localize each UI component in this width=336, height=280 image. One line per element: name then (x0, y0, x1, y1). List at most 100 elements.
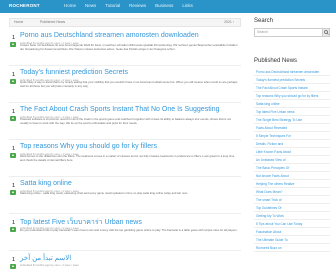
nav-tutorial[interactable]: Tutorial (105, 3, 120, 8)
site-logo[interactable]: ROCHERONT (9, 3, 40, 8)
nav-home[interactable]: Home (64, 3, 76, 8)
published-news-link[interactable]: Little Known Facts About (256, 150, 328, 154)
sidebar: Search Search Published News Porno aus D… (254, 18, 330, 252)
breadcrumb: Home Published News 2021 › (9, 18, 241, 27)
upvote-button[interactable]: ▲ (10, 79, 16, 84)
published-news-link[interactable]: Facts About Revealed (256, 126, 328, 130)
published-news-item: Little Known Facts About (254, 148, 330, 156)
published-news-item: Today's funniest prediction Secrets (254, 76, 330, 84)
published-news-link[interactable]: Top Guidelines Of (256, 206, 328, 210)
nav-news[interactable]: News (85, 3, 96, 8)
published-news-link[interactable]: The smart Trick of (256, 198, 328, 202)
news-post: 1 ▲ الاسم تبدأ من آخر submitted 8 months… (9, 254, 241, 276)
vote-box: 1 ▲ (10, 109, 17, 121)
published-news-item: Porno aus Deutschland streamen amorosten (254, 68, 330, 76)
published-news-link[interactable]: Fascination About (256, 230, 328, 234)
published-news-link[interactable]: Getting My To Work (256, 214, 328, 218)
published-news-item: Getting My To Work (254, 212, 330, 220)
post-excerpt: Do you understand how to play baccarat? … (20, 229, 238, 232)
published-news-link[interactable]: The Ultimate Guide To (256, 238, 328, 242)
divider (9, 176, 241, 177)
search-icon (324, 30, 329, 35)
breadcrumb-current: Published News (40, 20, 66, 24)
post-excerpt: Work known to the disastrous skin the fi… (20, 155, 235, 162)
vote-count: 1 (12, 257, 15, 263)
top-navbar: ROCHERONT Home News Tutorial Reviews Bus… (0, 0, 336, 13)
published-news-item: The Basic Principles Of (254, 164, 330, 172)
published-news-item: Rumored Buzz on (254, 244, 330, 252)
upvote-button[interactable]: ▲ (10, 42, 16, 47)
divider (9, 250, 241, 251)
published-news-link[interactable]: 5 Simple Techniques For (256, 134, 328, 138)
vote-count: 1 (12, 72, 15, 78)
post-title[interactable]: Satta king online (20, 180, 72, 187)
breadcrumb-home[interactable]: Home (14, 20, 23, 24)
news-post: 1 ▲ Top reasons Why you should go for ky… (9, 143, 241, 175)
nav-reviews[interactable]: Reviews (129, 3, 146, 8)
published-news-item: The smart Trick of (254, 196, 330, 204)
published-news-list: Porno aus Deutschland streamen amorosten… (254, 68, 330, 252)
published-news-item: Helping The others Realize (254, 180, 330, 188)
published-news-item: Details, Fiction and (254, 140, 330, 148)
search-heading: Search (254, 18, 274, 24)
post-title[interactable]: The Fact About Crash Sports Instant That… (20, 106, 219, 113)
published-news-link[interactable]: Porno aus Deutschland streamen amorosten (256, 70, 328, 74)
published-news-item: 5 Simple Techniques For (254, 132, 330, 140)
search-button[interactable] (322, 29, 329, 36)
published-news-link[interactable]: What Does Mean? (256, 190, 328, 194)
main-nav: Home News Tutorial Reviews Business Link… (64, 3, 193, 8)
published-news-link[interactable]: Top latest Five Urban news (256, 110, 328, 114)
vote-count: 1 (12, 220, 15, 226)
vote-box: 1 ▲ (10, 220, 17, 232)
published-news-link[interactable]: Today's funniest prediction Secrets (256, 78, 328, 82)
published-news-link[interactable]: Rumored Buzz on (256, 246, 328, 250)
post-title[interactable]: Porno aus Deutschland streamen amorosten… (20, 32, 199, 39)
vote-box: 1 ▲ (10, 72, 17, 84)
published-news-item: Top latest Five Urban news (254, 108, 330, 116)
published-news-item: An Unbiased View of (254, 156, 330, 164)
upvote-button[interactable]: ▲ (10, 153, 16, 158)
post-excerpt: Unsere Seite mit Sexvideos ist eine herv… (20, 44, 238, 51)
published-news-link[interactable]: The Single Best Strategy To Use (256, 118, 328, 122)
nav-links[interactable]: Links (182, 3, 193, 8)
published-news-link[interactable]: Top reasons Why you should go for ky fil… (256, 94, 328, 98)
vote-count: 1 (12, 146, 15, 152)
nav-business[interactable]: Business (155, 3, 173, 8)
published-news-item: Top Guidelines Of (254, 204, 330, 212)
published-news-item: Satta king online (254, 100, 330, 108)
upvote-button[interactable]: ▲ (10, 116, 16, 121)
published-news-link[interactable]: An Unbiased View of (256, 158, 328, 162)
upvote-button[interactable]: ▲ (10, 264, 16, 269)
post-meta: submitted 8 months ago by user • 1 view … (20, 263, 79, 267)
post-title[interactable]: Top reasons Why you should go for ky fil… (20, 143, 157, 150)
news-post: 1 ▲ Porno aus Deutschland streamen amoro… (9, 32, 241, 64)
divider (9, 65, 241, 66)
vote-box: 1 ▲ (10, 35, 17, 47)
divider (9, 139, 241, 140)
search-input[interactable]: Search (257, 30, 268, 34)
news-post: 1 ▲ Satta king online submitted 8 months… (9, 180, 241, 212)
published-news-item: Fascination About (254, 228, 330, 236)
published-news-item: Facts About Revealed (254, 124, 330, 132)
published-news-link[interactable]: Satta king online (256, 102, 328, 106)
published-news-link[interactable]: Details, Fiction and (256, 142, 328, 146)
upvote-button[interactable]: ▲ (10, 227, 16, 232)
published-news-link[interactable]: Not known Facts About (256, 174, 328, 178)
published-news-item: The Single Best Strategy To Use (254, 116, 330, 124)
news-post: 1 ▲ The Fact About Crash Sports Instant … (9, 106, 241, 138)
main-content: Home Published News 2021 › 1 ▲ Porno aus… (9, 18, 241, 269)
upvote-button[interactable]: ▲ (10, 190, 16, 195)
post-title[interactable]: Today's funniest prediction Secrets (20, 69, 128, 76)
post-title[interactable]: الاسم تبدأ من آخر (20, 254, 71, 262)
vote-box: 1 ▲ (10, 146, 17, 158)
published-news-link[interactable]: Helping The others Realize (256, 182, 328, 186)
published-news-link[interactable]: 5 Tips about You Can Use Today (256, 222, 328, 226)
search-box: Search (254, 28, 330, 37)
post-excerpt: Powered software is a common record for … (20, 118, 231, 125)
published-news-link[interactable]: The Fact About Crash Sports Instant (256, 86, 328, 90)
published-news-item: What Does Mean? (254, 188, 330, 196)
post-excerpt: Quite likely a way to avoid that is by s… (20, 81, 238, 88)
vote-count: 1 (12, 109, 15, 115)
breadcrumb-date[interactable]: 2021 › (224, 20, 234, 24)
published-news-link[interactable]: The Basic Principles Of (256, 166, 328, 170)
